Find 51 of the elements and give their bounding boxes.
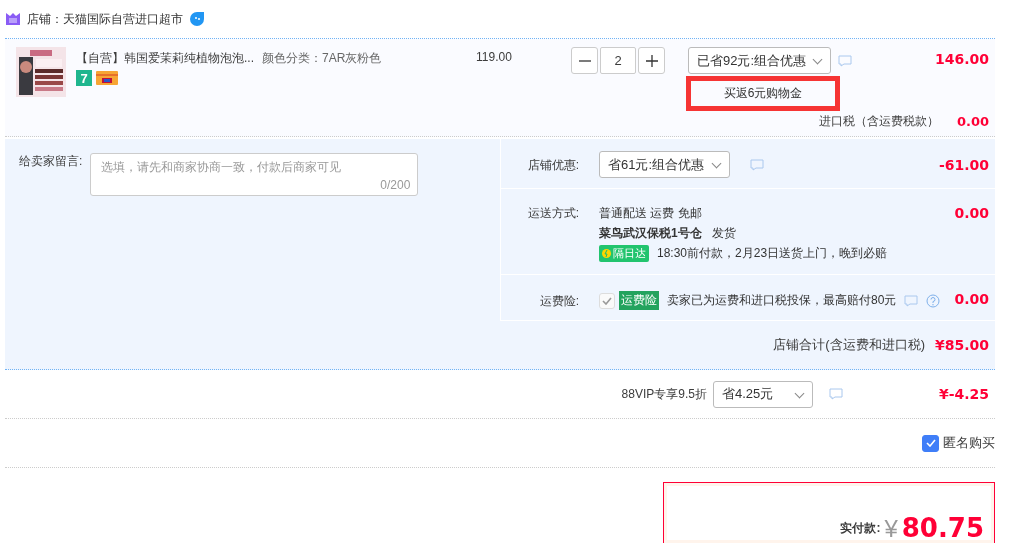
character-counter: 0/200	[380, 178, 411, 192]
comment-icon[interactable]	[828, 388, 843, 400]
quantity-field[interactable]: 2	[600, 47, 636, 74]
row-label: 运费险:	[538, 293, 579, 310]
plus-icon	[644, 53, 659, 68]
check-icon	[925, 439, 936, 447]
increase-button[interactable]	[638, 47, 665, 74]
minus-icon	[577, 59, 592, 62]
comment-icon[interactable]	[904, 294, 919, 307]
store-total-amount: ¥85.00	[934, 337, 989, 353]
row-label: 店铺优惠:	[526, 157, 579, 174]
promo-dropdown[interactable]: 已省92元:组合优惠	[688, 47, 831, 74]
discount-dropdown[interactable]: 省61元:组合优惠	[599, 151, 730, 178]
check-icon	[602, 296, 612, 305]
insurance-text: 卖家已为运费和进口税投保，最高赔付80元	[667, 292, 897, 309]
shop-name[interactable]: 店铺：天猫国际自营进口超市	[27, 10, 183, 28]
message-label: 给卖家留言:	[19, 153, 83, 170]
delivery-promise: 18:30前付款，2月23日送货上门，晚到必赔	[657, 245, 888, 262]
shop-icon	[5, 12, 21, 26]
row-amount: -61.00	[938, 156, 989, 175]
store-total-label: 店铺合计(含运费和进口税)	[773, 336, 925, 354]
insurance-tag: 运费险	[619, 291, 659, 310]
return-badge: 7	[76, 70, 92, 86]
unit-price: 119.00	[476, 49, 513, 64]
tax-label: 进口税（含运费税款）	[818, 113, 939, 130]
row-amount: 0.00	[954, 291, 989, 309]
anonymous-checkbox[interactable]	[922, 434, 939, 452]
row-label: 运送方式:	[526, 205, 579, 222]
tax-amount: 0.00	[956, 114, 989, 129]
shipping-method: 普通配送 运费 免邮	[599, 205, 703, 222]
vip-dropdown[interactable]: 省4.25元	[712, 380, 813, 408]
currency-sign: ¥	[884, 515, 898, 543]
comment-icon[interactable]	[838, 55, 852, 67]
chat-bubble-icon[interactable]	[189, 11, 205, 27]
decrease-button[interactable]	[571, 47, 598, 74]
vip-discount: ¥-4.25	[938, 386, 989, 402]
payment-label: 实付款:	[840, 520, 881, 537]
comment-icon[interactable]	[750, 158, 764, 171]
help-icon[interactable]	[926, 293, 941, 308]
row-amount: 0.00	[954, 205, 989, 223]
dispatch-text: 发货	[711, 225, 736, 242]
next-day-badge: 隔日达	[599, 245, 649, 262]
payment-amount: 80.75	[901, 513, 984, 543]
anonymous-label: 匿名购买	[943, 434, 995, 452]
rebate-text: 买返6元购物金	[723, 85, 803, 102]
item-subtotal: 146.00	[933, 50, 990, 67]
card-icon	[96, 71, 118, 85]
product-title[interactable]: 【自营】韩国爱茉莉纯植物泡泡...	[76, 50, 254, 67]
warehouse-name: 菜鸟武汉保税1号仓	[599, 225, 702, 242]
vip-label: 88VIP专享9.5折	[621, 385, 707, 403]
product-spec: 颜色分类：7AR灰粉色	[262, 50, 382, 67]
